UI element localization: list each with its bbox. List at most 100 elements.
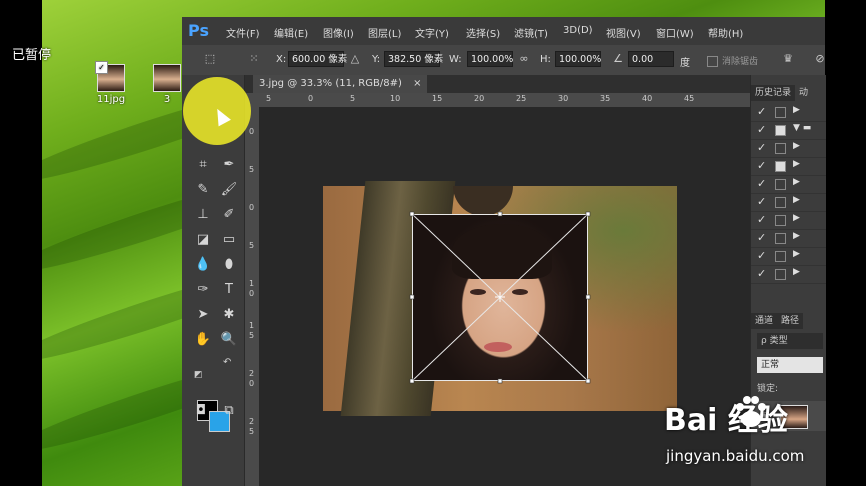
w-field[interactable]: 100.00%: [467, 51, 513, 67]
ruler-tick-label: 1: [249, 279, 255, 288]
antialias-checkbox[interactable]: [707, 56, 718, 67]
left-letterbox: [0, 0, 42, 486]
right-letterbox: [825, 0, 866, 486]
link-icon[interactable]: ∞: [516, 51, 532, 67]
quick-mask-icon[interactable]: ◘: [190, 401, 212, 421]
history-row[interactable]: ✓ ▶: [751, 157, 826, 176]
dodge-tool-icon[interactable]: ⬮: [218, 255, 240, 275]
close-tab-icon[interactable]: ×: [413, 78, 421, 89]
ruler-tick-label: 10: [390, 94, 401, 103]
history-row[interactable]: ✓ ▶: [751, 103, 826, 122]
shape-tool-icon[interactable]: ✱: [218, 305, 240, 325]
ruler-tick-label: 2: [249, 417, 255, 426]
path-select-icon[interactable]: ➤: [192, 305, 214, 325]
history-row[interactable]: ✓ ▶: [751, 211, 826, 230]
layers-panel-tabs: 通道 路径: [751, 313, 826, 329]
document-tabs: 3.jpg @ 33.3% (11, RGB/8#) ×: [245, 75, 750, 93]
desktop-icon-label: 11jpg: [96, 94, 126, 105]
document-tab-title: 3.jpg @ 33.3% (11, RGB/8#): [259, 78, 402, 89]
tree-branch: [453, 186, 513, 216]
transform-tool-icon[interactable]: ⬚: [202, 51, 218, 67]
desktop-icon-11jpg[interactable]: ✓ 11jpg: [88, 61, 134, 105]
menu-edit[interactable]: 编辑(E): [274, 25, 308, 40]
h-field[interactable]: 100.00%: [555, 51, 601, 67]
delta-icon[interactable]: △: [347, 51, 363, 67]
free-transform-box[interactable]: [409, 211, 591, 384]
history-brush-icon[interactable]: ✐: [218, 205, 240, 225]
ruler-tick-label: 35: [600, 94, 611, 103]
menu-filter[interactable]: 滤镜(T): [514, 25, 548, 40]
ruler-tick-label: 5: [350, 94, 356, 103]
ruler-tick-label: 5: [249, 331, 255, 340]
menu-window[interactable]: 窗口(W): [656, 25, 694, 40]
x-label: X:: [276, 54, 287, 65]
crop-tool-icon[interactable]: ⌗: [192, 155, 214, 175]
type-tool-icon[interactable]: T: [218, 280, 240, 300]
ps-logo: Ps: [188, 21, 209, 40]
menu-help[interactable]: 帮助(H): [708, 25, 743, 40]
baidu-paw-icon: [736, 396, 766, 427]
blend-mode-select[interactable]: 正常: [757, 357, 823, 373]
menu-file[interactable]: 文件(F): [226, 25, 260, 40]
menu-image[interactable]: 图像(I): [323, 25, 354, 40]
ruler-tick-label: 20: [474, 94, 485, 103]
ruler-tick-label: 40: [642, 94, 653, 103]
ruler-tick-label: 25: [516, 94, 527, 103]
ruler-tick-label: 0: [249, 379, 255, 388]
swap-colors-icon[interactable]: ↶: [223, 357, 231, 368]
paths-tab[interactable]: 路径: [777, 313, 804, 329]
y-field[interactable]: 382.50 像素: [384, 51, 443, 67]
channels-tab[interactable]: 通道: [751, 313, 778, 329]
history-row[interactable]: ✓ ▶: [751, 175, 826, 194]
ruler-tick-label: 5: [266, 94, 272, 103]
brush-tool-icon[interactable]: 🖌: [218, 180, 240, 200]
hand-tool-icon[interactable]: ✋: [192, 330, 214, 350]
menu-view[interactable]: 视图(V): [606, 25, 641, 40]
warp-icon[interactable]: ♛: [780, 51, 796, 67]
zoom-tool-icon[interactable]: 🔍: [218, 330, 240, 350]
ruler-tick-label: 5: [249, 427, 255, 436]
screen-mode-icon[interactable]: ⧉: [218, 401, 240, 421]
ruler-tick-label: 0: [249, 289, 255, 298]
vertical-ruler: 0 5 0 5 1 0 1 5 2 0 2 5: [245, 107, 260, 486]
spot-heal-tool-icon[interactable]: ✎: [192, 180, 214, 200]
cancel-transform-icon[interactable]: ⊘: [812, 51, 828, 67]
reference-point-icon[interactable]: ⁙: [246, 51, 262, 67]
ruler-tick-label: 0: [308, 94, 314, 103]
layer-filter[interactable]: ρ 类型: [757, 333, 823, 349]
angle-field[interactable]: 0.00: [628, 51, 674, 67]
desktop-icon-3jpg[interactable]: 3: [152, 64, 182, 105]
actions-tab[interactable]: 动: [795, 85, 813, 101]
history-row[interactable]: ✓ ▶: [751, 229, 826, 248]
y-label: Y:: [372, 54, 381, 65]
eraser-tool-icon[interactable]: ◪: [192, 230, 214, 250]
history-row[interactable]: ✓ ▶: [751, 193, 826, 212]
ruler-tick-label: 2: [249, 369, 255, 378]
options-bar: ⬚ ⁙ X: 600.00 像素 △ Y: 382.50 像素 W: 100.0…: [182, 45, 825, 76]
document-tab[interactable]: 3.jpg @ 33.3% (11, RGB/8#) ×: [253, 75, 428, 93]
menu-select[interactable]: 选择(S): [466, 25, 500, 40]
default-colors-icon[interactable]: ◩: [194, 370, 203, 380]
history-row[interactable]: ✓ ▼ ▬: [751, 121, 826, 140]
blur-tool-icon[interactable]: 💧: [192, 255, 214, 275]
history-row[interactable]: ✓ ▶: [751, 265, 826, 284]
history-row[interactable]: ✓ ▶: [751, 139, 826, 158]
menu-3d[interactable]: 3D(D): [563, 25, 593, 36]
menu-type[interactable]: 文字(Y): [415, 25, 449, 40]
ruler-tick-label: 30: [558, 94, 569, 103]
menu-layer[interactable]: 图层(L): [368, 25, 401, 40]
x-field[interactable]: 600.00 像素: [288, 51, 347, 67]
eyedropper-tool-icon[interactable]: ✒: [218, 155, 240, 175]
check-icon: ✓: [95, 61, 108, 74]
antialias-label: 消除锯齿: [722, 57, 759, 67]
stamp-tool-icon[interactable]: ⊥: [192, 205, 214, 225]
watermark-url: jingyan.baidu.com: [666, 447, 805, 465]
pen-tool-icon[interactable]: ✑: [192, 280, 214, 300]
ruler-tick-label: 5: [249, 165, 255, 174]
horizontal-ruler: 5 0 5 10 15 20 25 30 35 40 45: [245, 93, 750, 108]
ruler-tick-label: 1: [249, 321, 255, 330]
paused-label: 已暂停: [12, 48, 52, 63]
gradient-tool-icon[interactable]: ▭: [218, 230, 240, 250]
history-row[interactable]: ✓ ▶: [751, 247, 826, 266]
history-tab[interactable]: 历史记录: [751, 85, 796, 101]
